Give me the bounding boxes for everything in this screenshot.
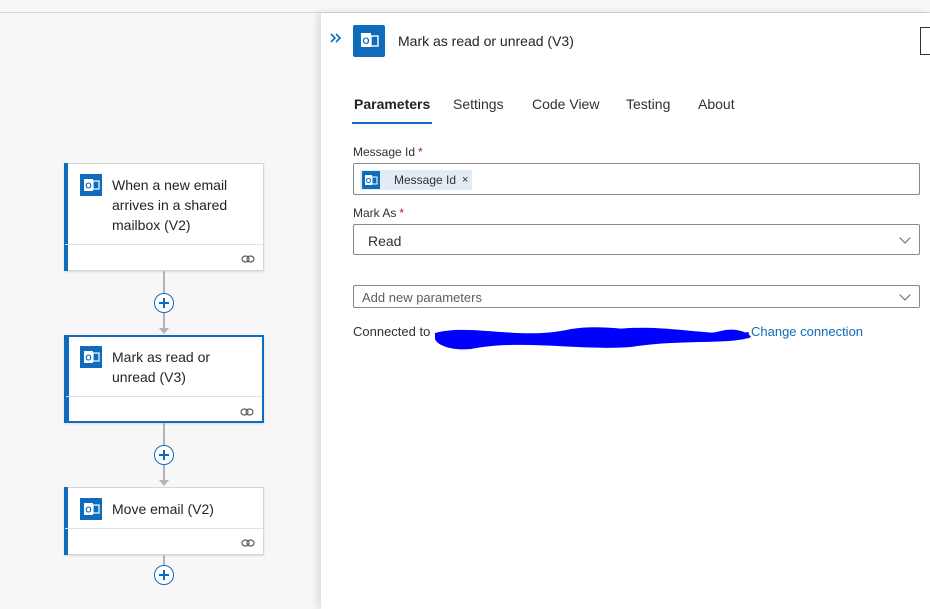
redaction-scribble — [435, 327, 751, 350]
message-id-token[interactable]: O Message Id × — [360, 170, 473, 190]
outlook-icon: O — [362, 171, 380, 189]
tab-testing[interactable]: Testing — [626, 96, 670, 112]
token-remove-icon[interactable]: × — [462, 174, 468, 186]
connector-arrow — [159, 480, 169, 486]
message-id-field[interactable]: O Message Id × — [353, 163, 920, 195]
insert-step-button[interactable] — [154, 293, 174, 313]
change-connection-link[interactable]: Change connection — [751, 324, 863, 339]
required-marker: * — [399, 206, 405, 220]
connector-arrow — [159, 328, 169, 334]
outlook-icon: O — [353, 25, 385, 57]
chevron-down-icon — [899, 289, 911, 301]
chevron-down-icon — [899, 232, 911, 244]
panel-title: Mark as read or unread (V3) — [398, 33, 574, 49]
svg-text:O: O — [362, 36, 369, 46]
add-parameters-dropdown[interactable]: Add new parameters — [353, 285, 920, 308]
token-label: Message Id — [394, 173, 457, 187]
insert-step-button[interactable] — [154, 445, 174, 465]
svg-text:O: O — [85, 354, 91, 363]
tab-parameters[interactable]: Parameters — [351, 96, 433, 124]
link-icon — [241, 251, 255, 269]
flow-card-mark-read[interactable]: O Mark as read or unread (V3) — [64, 335, 264, 423]
connector-line — [163, 271, 165, 293]
add-parameters-placeholder: Add new parameters — [362, 290, 482, 305]
card-footer — [65, 244, 263, 245]
required-marker: * — [418, 145, 423, 159]
svg-text:O: O — [366, 178, 372, 185]
double-chevron-right-icon[interactable] — [329, 31, 343, 48]
connector-line — [163, 423, 165, 445]
panel-edge-button[interactable] — [920, 27, 930, 55]
tab-about[interactable]: About — [698, 96, 735, 112]
message-id-label: Message Id * — [353, 145, 423, 159]
card-title: Move email (V2) — [112, 501, 214, 517]
svg-text:O: O — [85, 182, 91, 191]
tab-code-view[interactable]: Code View — [532, 96, 599, 112]
insert-step-button[interactable] — [154, 565, 174, 585]
card-footer — [65, 528, 263, 529]
card-title: When a new email arrives in a shared mai… — [112, 177, 228, 233]
flow-card-move-email[interactable]: O Move email (V2) — [64, 487, 264, 555]
mark-as-dropdown[interactable]: Read — [353, 224, 920, 255]
mark-as-label: Mark As * — [353, 206, 404, 220]
outlook-icon: O — [80, 498, 102, 525]
tab-settings[interactable]: Settings — [453, 96, 504, 112]
card-title: Mark as read or unread (V3) — [112, 349, 211, 385]
connector-line — [163, 465, 165, 480]
connector-line — [163, 555, 165, 565]
message-id-label-text: Message Id — [353, 145, 416, 159]
svg-text:O: O — [85, 506, 91, 515]
link-icon — [240, 404, 254, 422]
card-footer — [66, 396, 262, 397]
details-panel: O Mark as read or unread (V3) Parameters… — [321, 13, 930, 609]
connector-line — [163, 313, 165, 328]
flow-card-trigger[interactable]: O When a new email arrives in a shared m… — [64, 163, 264, 271]
outlook-icon: O — [80, 346, 102, 373]
mark-as-label-text: Mark As — [353, 206, 397, 220]
link-icon — [241, 535, 255, 553]
mark-as-value: Read — [368, 233, 402, 249]
connected-to-label: Connected to — [353, 324, 431, 339]
outlook-icon: O — [80, 174, 102, 201]
